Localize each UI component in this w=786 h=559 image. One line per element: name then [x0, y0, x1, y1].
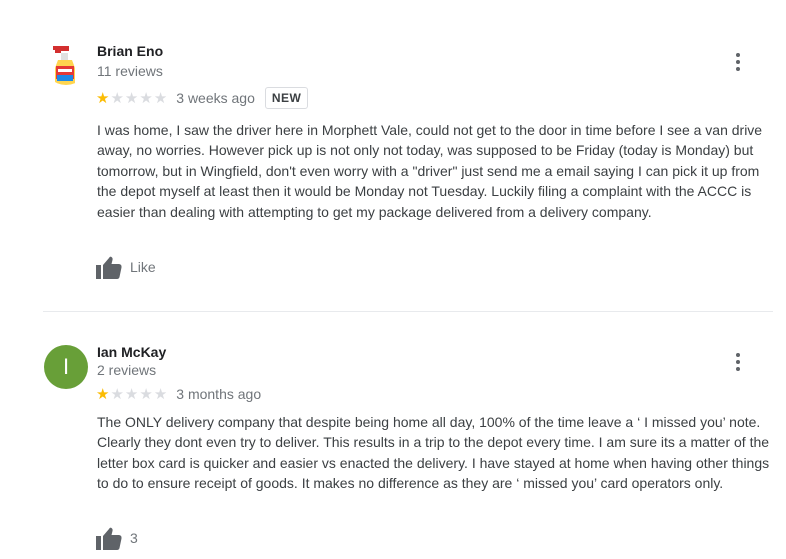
star-rating: ★ ★ ★ ★ ★: [96, 91, 167, 106]
like-button[interactable]: Like: [96, 255, 156, 279]
like-button[interactable]: 3: [96, 526, 138, 550]
reviewer-name[interactable]: Brian Eno: [97, 43, 163, 59]
rating-row: ★ ★ ★ ★ ★ 3 weeks ago NEW: [96, 87, 309, 109]
star-icon: ★: [153, 385, 168, 403]
rating-row: ★ ★ ★ ★ ★ 3 months ago: [96, 383, 261, 405]
star-icon: ★: [110, 89, 124, 107]
star-icon: ★: [139, 385, 153, 403]
review-card: I Ian McKay 2 reviews ★ ★ ★ ★ ★ 3 months…: [0, 312, 786, 559]
thumbs-up-icon: [96, 527, 122, 550]
more-options-button[interactable]: [728, 350, 748, 374]
review-count[interactable]: 2 reviews: [97, 362, 156, 378]
review-time: 3 weeks ago: [176, 90, 255, 106]
star-rating: ★ ★ ★ ★ ★: [96, 387, 167, 402]
avatar[interactable]: I: [44, 345, 88, 389]
more-vert-icon: [736, 353, 740, 357]
star-icon: ★: [124, 89, 139, 107]
avatar[interactable]: [44, 41, 88, 85]
thumbs-up-icon: [96, 256, 122, 279]
star-icon: ★: [153, 89, 168, 107]
star-icon: ★: [96, 89, 110, 107]
star-icon: ★: [110, 385, 124, 403]
review-card: Brian Eno 11 reviews ★ ★ ★ ★ ★ 3 weeks a…: [0, 0, 786, 311]
star-icon: ★: [139, 89, 153, 107]
review-text: I was home, I saw the driver here in Mor…: [97, 122, 763, 220]
like-count: 3: [130, 530, 138, 546]
review-text: The ONLY delivery company that despite b…: [97, 414, 770, 492]
review-count[interactable]: 11 reviews: [97, 63, 163, 79]
reviewer-name[interactable]: Ian McKay: [97, 344, 166, 360]
star-icon: ★: [124, 385, 139, 403]
like-label: Like: [130, 259, 156, 275]
review-time: 3 months ago: [176, 386, 262, 402]
star-icon: ★: [96, 385, 110, 403]
more-vert-icon: [736, 53, 740, 57]
more-options-button[interactable]: [728, 50, 748, 74]
new-badge: NEW: [264, 87, 309, 109]
